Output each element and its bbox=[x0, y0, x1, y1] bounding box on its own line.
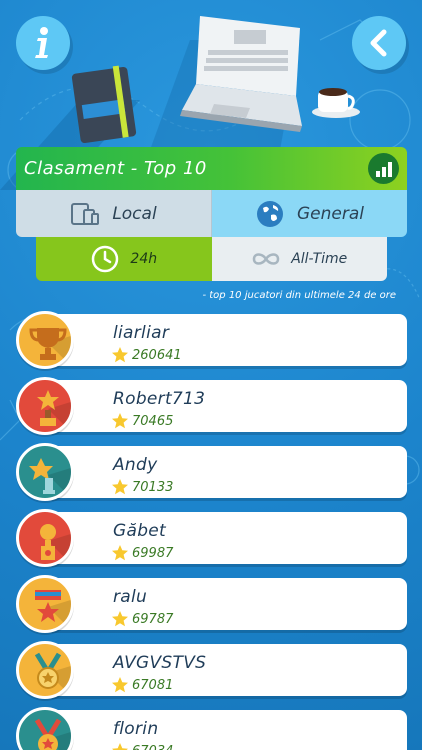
player-score: 67034 bbox=[132, 744, 173, 750]
medal-icon bbox=[16, 311, 74, 369]
medal-icon bbox=[16, 443, 74, 501]
clock-icon bbox=[92, 245, 119, 273]
player-score: 70133 bbox=[132, 480, 174, 495]
tab-local[interactable]: Local bbox=[16, 190, 212, 237]
trophy-icon bbox=[34, 718, 71, 750]
star-icon bbox=[112, 479, 128, 495]
list-item[interactable]: Găbet 69987 bbox=[16, 509, 407, 575]
stats-button[interactable] bbox=[368, 153, 399, 184]
page-title: Clasament - Top 10 bbox=[24, 158, 207, 179]
player-name: liarliar bbox=[113, 323, 170, 343]
star-icon bbox=[112, 677, 128, 693]
bar-chart-icon bbox=[375, 161, 392, 177]
notebook-illustration bbox=[71, 65, 137, 144]
medal-icon bbox=[16, 377, 74, 435]
player-name: ralu bbox=[113, 587, 148, 607]
medal-icon bbox=[16, 575, 74, 633]
list-item[interactable]: Andy 70133 bbox=[16, 443, 407, 509]
player-name: florin bbox=[113, 719, 159, 739]
player-score: 70465 bbox=[132, 414, 174, 429]
star-icon bbox=[112, 611, 128, 627]
player-card[interactable]: ralu 69787 bbox=[42, 578, 407, 630]
info-icon bbox=[35, 27, 48, 58]
player-card[interactable]: Andy 70133 bbox=[42, 446, 407, 498]
player-card[interactable]: liarliar 260641 bbox=[42, 314, 407, 366]
list-item[interactable]: AVGVSTVS 67081 bbox=[16, 641, 407, 707]
list-item[interactable]: ralu 69787 bbox=[16, 575, 407, 641]
info-button[interactable] bbox=[16, 16, 70, 70]
tab-local-label: Local bbox=[112, 203, 157, 224]
player-card[interactable]: Robert713 70465 bbox=[42, 380, 407, 432]
leaderboard-header: Clasament - Top 10 bbox=[16, 147, 407, 190]
medal-icon bbox=[16, 509, 74, 567]
player-score: 260641 bbox=[132, 348, 182, 363]
list-item[interactable]: liarliar 260641 bbox=[16, 311, 407, 377]
tab-24h-label: 24h bbox=[130, 251, 158, 267]
list-item[interactable]: florin 67034 bbox=[16, 707, 407, 750]
player-score: 67081 bbox=[132, 678, 174, 693]
tab-alltime-label: All-Time bbox=[291, 251, 348, 267]
infinity-icon bbox=[252, 253, 280, 265]
player-card[interactable]: florin 67034 bbox=[42, 710, 407, 750]
tab-general-label: General bbox=[297, 203, 364, 224]
player-name: AVGVSTVS bbox=[113, 653, 207, 673]
devices-icon bbox=[71, 202, 100, 225]
star-icon bbox=[112, 545, 128, 561]
globe-icon bbox=[257, 200, 283, 227]
tab-general[interactable]: General bbox=[212, 190, 407, 237]
player-card[interactable]: Găbet 69987 bbox=[42, 512, 407, 564]
star-icon bbox=[112, 347, 128, 363]
tab-24h[interactable]: 24h bbox=[36, 237, 212, 281]
list-item[interactable]: Robert713 70465 bbox=[16, 377, 407, 443]
player-name: Andy bbox=[113, 455, 158, 475]
player-score: 69987 bbox=[132, 546, 174, 561]
medal-icon bbox=[16, 641, 74, 699]
leaderboard-list: liarliar 260641 Robert713 70465 Andy 701… bbox=[16, 311, 407, 750]
list-subtitle: - top 10 jucatori din ultimele 24 de ore bbox=[202, 290, 396, 301]
star-icon bbox=[112, 743, 128, 750]
scope-tabs: Local General bbox=[16, 190, 407, 237]
back-button[interactable] bbox=[352, 16, 406, 70]
coffee-cup-illustration bbox=[312, 88, 360, 118]
player-score: 69787 bbox=[132, 612, 174, 627]
time-tabs: 24h All-Time bbox=[36, 237, 387, 281]
star-icon bbox=[112, 413, 128, 429]
tab-alltime[interactable]: All-Time bbox=[211, 237, 387, 281]
player-name: Robert713 bbox=[113, 389, 206, 409]
chevron-left-icon bbox=[370, 29, 387, 57]
player-card[interactable]: AVGVSTVS 67081 bbox=[42, 644, 407, 696]
player-name: Găbet bbox=[113, 521, 167, 541]
laptop-illustration bbox=[180, 16, 302, 132]
